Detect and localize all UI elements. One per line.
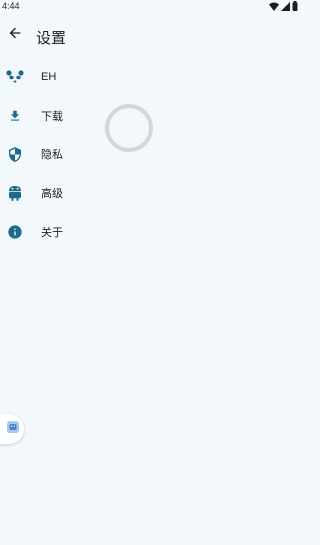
shield-icon xyxy=(6,145,24,163)
menu-item-label: 高级 xyxy=(41,188,63,201)
menu-item-privacy[interactable]: 隐私 xyxy=(0,135,318,174)
floating-assistant-button[interactable] xyxy=(0,414,24,444)
arrow-left-icon xyxy=(7,25,23,46)
download-icon xyxy=(6,107,24,125)
menu-item-label: 下载 xyxy=(41,110,63,123)
top-app-bar: 设置 xyxy=(0,22,318,50)
loading-spinner xyxy=(105,104,153,152)
menu-item-about[interactable]: 关于 xyxy=(0,212,318,251)
page-title: 设置 xyxy=(36,30,67,47)
status-bar: 4:44 xyxy=(0,0,318,14)
menu-item-label: EH xyxy=(41,71,57,84)
status-icons xyxy=(269,1,298,13)
assistant-icon xyxy=(6,420,20,439)
signal-icon xyxy=(281,1,290,13)
panda-icon xyxy=(6,68,24,86)
menu-item-eh[interactable]: EH xyxy=(0,58,318,97)
battery-icon xyxy=(292,1,298,13)
menu-item-download[interactable]: 下载 xyxy=(0,97,318,136)
back-button[interactable] xyxy=(4,24,26,46)
android-icon xyxy=(6,184,24,202)
menu-item-label: 关于 xyxy=(41,226,63,239)
status-time: 4:44 xyxy=(2,1,20,11)
settings-menu: EH 下载 隐私 高级 关于 xyxy=(0,58,318,251)
menu-item-advanced[interactable]: 高级 xyxy=(0,174,318,213)
wifi-icon xyxy=(269,2,279,13)
menu-item-label: 隐私 xyxy=(41,149,63,162)
info-icon xyxy=(6,223,24,241)
